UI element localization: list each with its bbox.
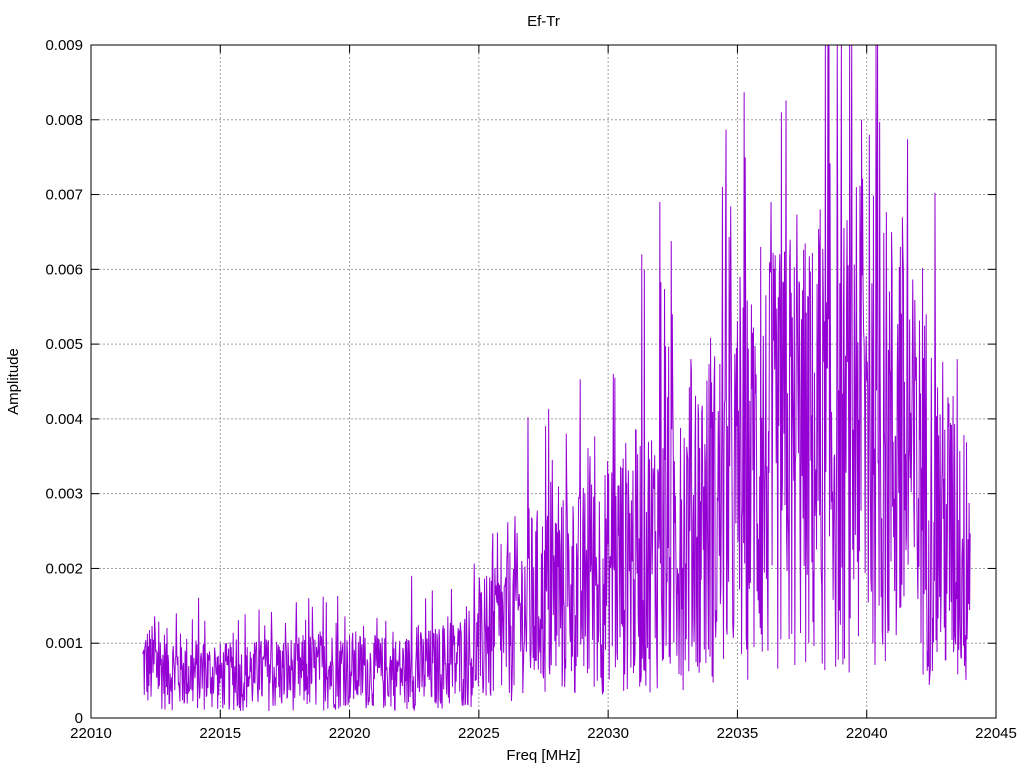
x-tick-label: 22025 xyxy=(458,725,500,742)
chart: 22010 22015 22020 22025 22030 22035 22040 22045… xyxy=(0,0,1024,768)
y-axis-title: Amplitude xyxy=(5,348,22,415)
plot-border xyxy=(90,44,997,719)
y-tick-label: 0.008 xyxy=(45,112,83,129)
x-tick-label: 22030 xyxy=(587,725,629,742)
y-tick-label: 0.001 xyxy=(45,635,83,652)
plot-svg: 22010 22015 22020 22025 22030 22035 22040 22045… xyxy=(5,13,1017,764)
series-line xyxy=(142,44,971,711)
x-axis-title: Freq [MHz] xyxy=(506,747,580,764)
x-tick-label: 22010 xyxy=(70,725,112,742)
x-tick-label: 22045 xyxy=(975,725,1017,742)
y-tick-label: 0.005 xyxy=(45,336,83,353)
y-tick-label: 0.004 xyxy=(45,411,83,428)
chart-title: Ef-Tr xyxy=(527,13,560,30)
y-tick-label: 0.009 xyxy=(45,37,83,54)
y-tick-label: 0.007 xyxy=(45,187,83,204)
x-tick-label: 22015 xyxy=(199,725,241,742)
series-layer xyxy=(142,44,971,711)
grid xyxy=(91,45,996,718)
y-tick-label: 0.002 xyxy=(45,560,83,577)
y-tick-label: 0.006 xyxy=(45,261,83,278)
y-tick-label: 0 xyxy=(75,710,83,727)
x-tick-label: 22040 xyxy=(846,725,888,742)
x-tick-label: 22035 xyxy=(717,725,759,742)
y-tick-label: 0.003 xyxy=(45,486,83,503)
x-tick-label: 22020 xyxy=(329,725,371,742)
